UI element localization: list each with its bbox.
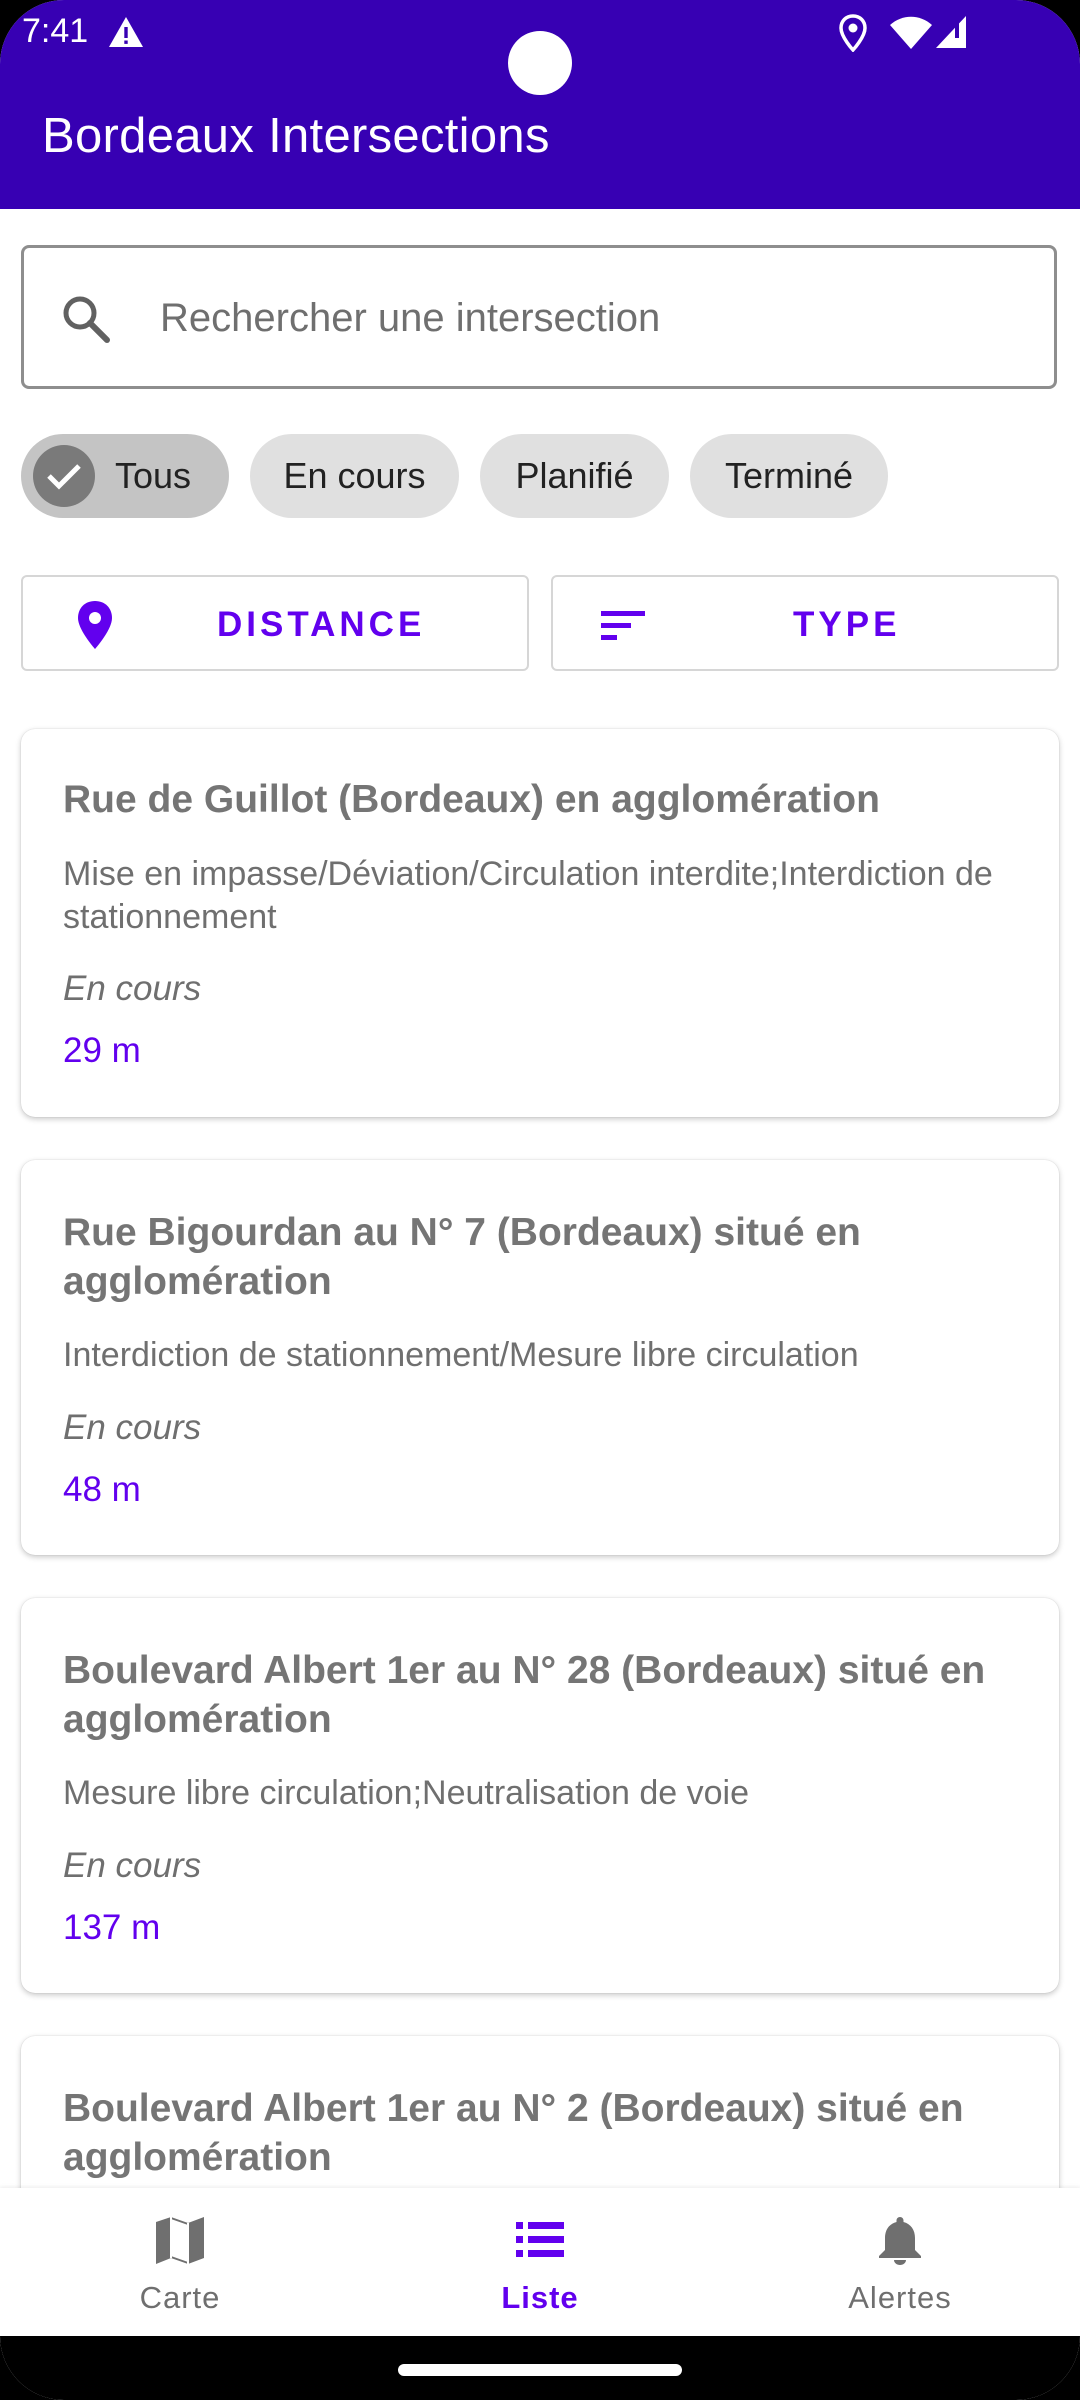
filter-list-icon [601,611,645,640]
search-input[interactable]: Rechercher une intersection [160,296,660,341]
nav-item-carte[interactable]: Carte [0,2188,360,2336]
location-icon [839,14,867,52]
chip-planifie[interactable]: Planifié [480,434,669,518]
card-description: Mesure libre circulation;Neutralisation … [63,1774,749,1812]
app-title: Bordeaux Intersections [42,109,550,163]
filter-type-button[interactable]: TYPE [551,575,1059,671]
card-status: En cours [63,1408,202,1447]
intersection-card[interactable]: Boulevard Albert 1er au N° 28 (Bordeaux)… [21,1598,1059,1993]
filter-type-label: TYPE [793,605,901,644]
location-pin-icon [78,601,112,649]
card-title: Boulevard Albert 1er au N° 28 (Bordeaux)… [63,1649,986,1741]
nav-item-liste[interactable]: Liste [360,2188,720,2336]
chip-label: En cours [283,455,426,496]
card-description: Mise en impasse/Déviation/Circulation in… [63,855,993,936]
card-status: En cours [63,1846,202,1885]
chip-label: Planifié [515,455,634,496]
search-icon [63,296,110,343]
list-icon [516,2222,564,2257]
chip-label: Tous [115,455,192,496]
camera-cutout [508,31,572,95]
nav-label: Alertes [848,2280,952,2315]
wifi-icon [890,16,932,49]
chip-tous[interactable]: Tous [21,434,229,518]
app-bar: 7:41 Bordeaux Intersections [0,0,1080,209]
status-bar: 7:41 [0,0,1080,95]
intersection-card[interactable]: Rue de Guillot (Bordeaux) en agglomérati… [21,729,1059,1117]
chip-termine[interactable]: Terminé [690,434,888,518]
nav-label: Liste [501,2280,579,2315]
screen: 7:41 Bordeaux Intersections Rechercher u… [0,0,1080,2400]
signal-icon [936,16,966,48]
sort-distance-label: DISTANCE [217,605,426,644]
search-field[interactable]: Rechercher une intersection [21,245,1057,389]
status-time: 7:41 [22,12,89,50]
card-title: Rue Bigourdan au N° 7 (Bordeaux) situé e… [63,1211,861,1303]
card-title: Boulevard Albert 1er au N° 2 (Bordeaux) … [63,2087,964,2179]
map-icon [156,2217,204,2264]
bell-icon [879,2217,921,2265]
nav-label: Carte [139,2280,221,2315]
card-title: Rue de Guillot (Bordeaux) en agglomérati… [63,778,880,821]
card-distance: 137 m [63,1908,161,1947]
card-description: Interdiction de stationnement/Mesure lib… [63,1336,859,1374]
intersection-card[interactable]: Rue Bigourdan au N° 7 (Bordeaux) situé e… [21,1160,1059,1555]
card-distance: 48 m [63,1470,141,1509]
gesture-handle[interactable] [398,2364,682,2376]
sort-distance-button[interactable]: DISTANCE [21,575,529,671]
nav-item-alertes[interactable]: Alertes [720,2188,1080,2336]
chip-en-cours[interactable]: En cours [250,434,459,518]
warning-icon [109,17,143,47]
check-icon [33,445,95,507]
chip-label: Terminé [724,455,854,496]
card-distance: 29 m [63,1031,141,1070]
bottom-navigation: Carte Liste Alertes [0,2188,1080,2336]
card-status: En cours [63,969,202,1008]
